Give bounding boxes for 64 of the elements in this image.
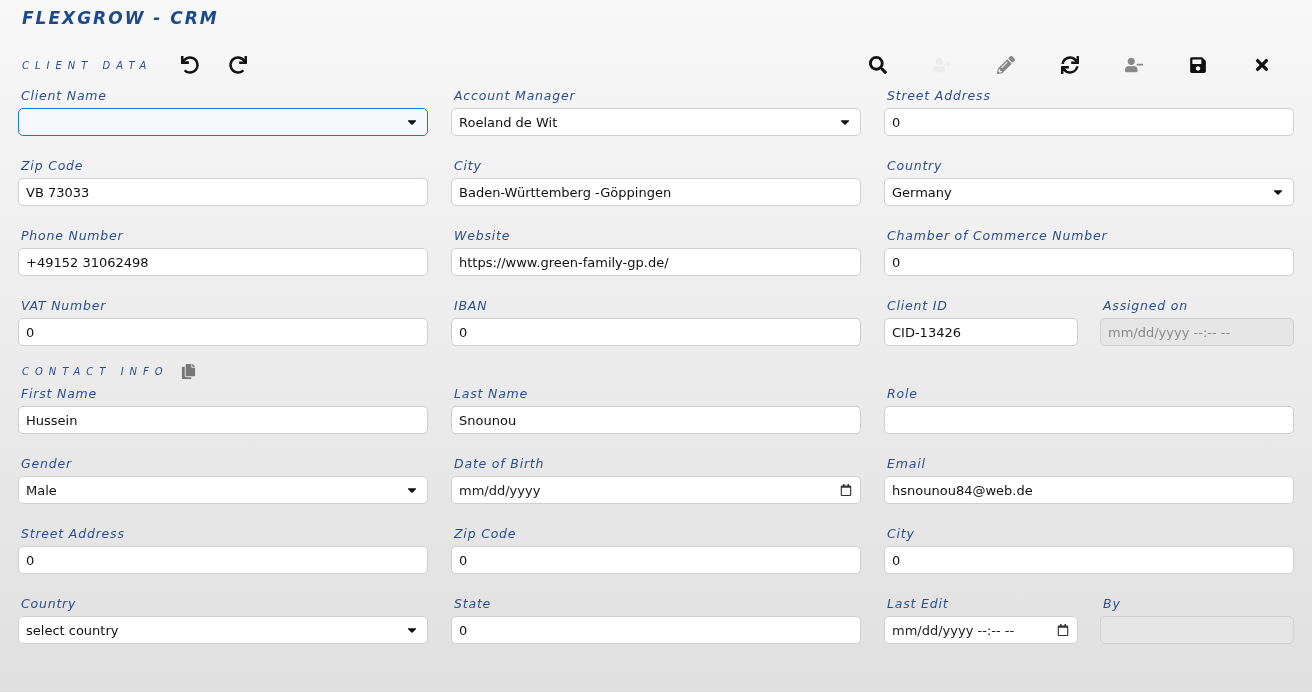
user-minus-icon bbox=[1125, 56, 1143, 74]
section-heading: CLIENT DATA bbox=[22, 59, 153, 71]
field-label: Last Name bbox=[454, 386, 529, 402]
search-icon bbox=[869, 56, 887, 74]
input-field[interactable]: CID-13426 bbox=[884, 318, 1078, 346]
input-field[interactable]: https://www.green-family-gp.de/ bbox=[451, 248, 861, 276]
field-label: Gender bbox=[21, 456, 72, 472]
pencil-icon bbox=[997, 56, 1015, 74]
input-field[interactable]: +49152 31062498 bbox=[18, 248, 428, 276]
field-label: Street Address bbox=[887, 88, 991, 104]
field-label: IBAN bbox=[454, 298, 488, 314]
copy-icon bbox=[181, 363, 197, 379]
field-label: Zip Code bbox=[454, 526, 517, 542]
field-label: VAT Number bbox=[21, 298, 107, 314]
field-label: Street Address bbox=[21, 526, 125, 542]
refresh-icon bbox=[1061, 56, 1079, 74]
select-field[interactable]: Germany bbox=[884, 178, 1294, 206]
input-field[interactable]: 0 bbox=[18, 318, 428, 346]
field-label: Last Edit bbox=[887, 596, 949, 612]
field-label: Account Manager bbox=[454, 88, 576, 104]
save-icon bbox=[1189, 56, 1207, 74]
section-heading: CONTACT INFO bbox=[22, 365, 169, 377]
input-field[interactable]: hsnounou84@web.de bbox=[884, 476, 1294, 504]
field-label: City bbox=[454, 158, 482, 174]
select-field[interactable] bbox=[18, 108, 428, 136]
field-label: State bbox=[454, 596, 492, 612]
input-field[interactable]: 0 bbox=[884, 248, 1294, 276]
input-field[interactable] bbox=[884, 406, 1294, 434]
field-label: City bbox=[887, 526, 915, 542]
field-label: Client ID bbox=[887, 298, 948, 314]
input-field[interactable]: 0 bbox=[451, 318, 861, 346]
undo-icon bbox=[181, 56, 200, 74]
input-field[interactable]: 0 bbox=[18, 546, 428, 574]
field-label: Zip Code bbox=[21, 158, 84, 174]
input-field[interactable]: Hussein bbox=[18, 406, 428, 434]
redo-icon bbox=[229, 56, 248, 74]
select-field[interactable]: Male bbox=[18, 476, 428, 504]
input-field[interactable]: Snounou bbox=[451, 406, 861, 434]
field-label: Date of Birth bbox=[454, 456, 545, 472]
select-field[interactable]: Roeland de Wit bbox=[451, 108, 861, 136]
input-field[interactable]: 0 bbox=[451, 616, 861, 644]
input-field[interactable]: VB 73033 bbox=[18, 178, 428, 206]
field-label: Role bbox=[887, 386, 918, 402]
input-field[interactable]: 0 bbox=[451, 546, 861, 574]
input-field[interactable]: 0 bbox=[884, 546, 1294, 574]
date-field[interactable]: mm/dd/yyyy bbox=[451, 476, 861, 504]
field-label: Country bbox=[21, 596, 77, 612]
field-label: Client Name bbox=[21, 88, 107, 104]
select-field[interactable]: select country bbox=[18, 616, 428, 644]
field-label: Phone Number bbox=[21, 228, 124, 244]
field-label: First Name bbox=[21, 386, 98, 402]
date-field[interactable]: mm/dd/yyyy --:-- -- bbox=[884, 616, 1078, 644]
calendar-icon[interactable] bbox=[840, 484, 852, 496]
field-label: Assigned on bbox=[1103, 298, 1188, 314]
field-label: Website bbox=[454, 228, 511, 244]
field-label: Chamber of Commerce Number bbox=[887, 228, 1108, 244]
field-label: Email bbox=[887, 456, 926, 472]
close-icon bbox=[1253, 56, 1271, 74]
field-label: By bbox=[1103, 596, 1121, 612]
input-field[interactable]: Baden-Württemberg -Göppingen bbox=[451, 178, 861, 206]
app-title: FLEXGROW - CRM bbox=[22, 7, 220, 30]
field-label: Country bbox=[887, 158, 943, 174]
input-field[interactable]: 0 bbox=[884, 108, 1294, 136]
calendar-icon[interactable] bbox=[1057, 624, 1069, 636]
